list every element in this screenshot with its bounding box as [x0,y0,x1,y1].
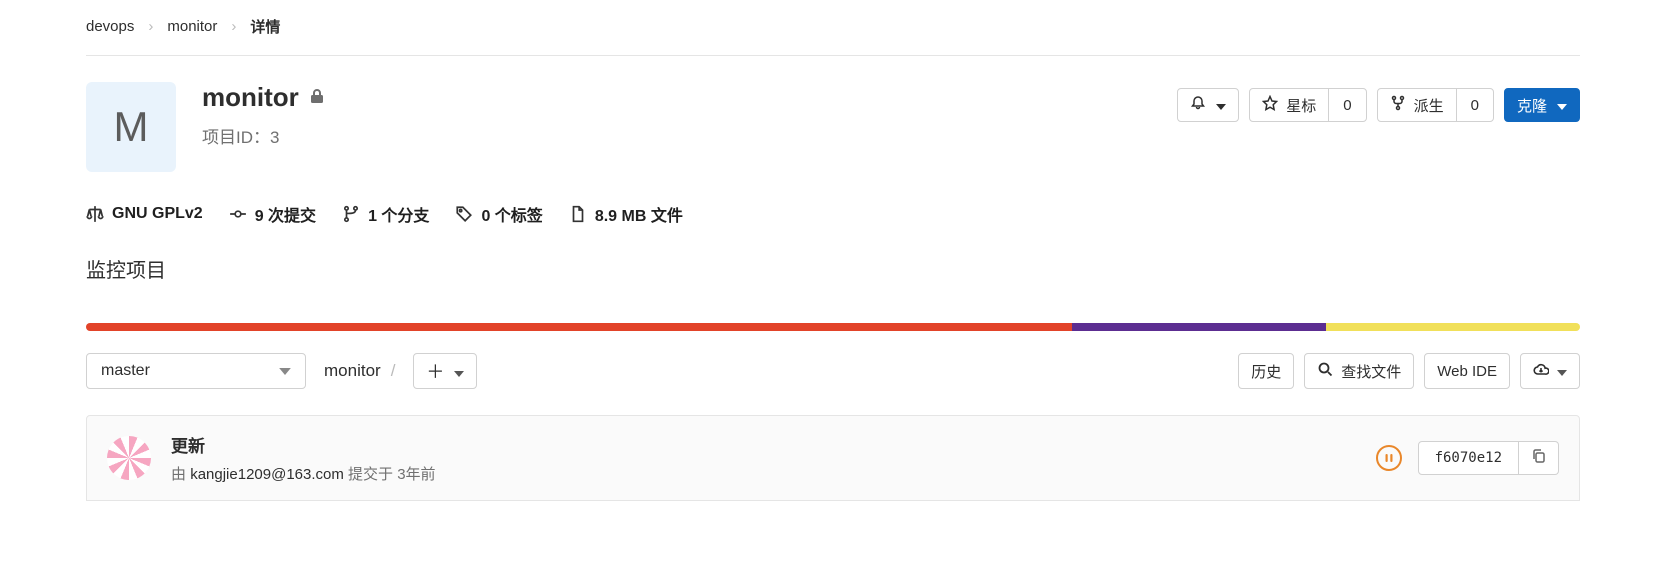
files-size: 8.9 MB [595,208,647,225]
web-ide-button[interactable]: Web IDE [1424,353,1510,389]
star-count[interactable]: 0 [1328,88,1366,122]
files-stat[interactable]: 8.9 MB 文件 [569,202,683,226]
download-icon [1533,361,1549,381]
branches-count: 1 [368,208,377,225]
clone-button[interactable]: 克隆 [1504,88,1580,122]
tags-count: 0 [481,208,490,225]
language-segment[interactable] [1072,323,1326,331]
chevron-down-icon [1557,97,1567,114]
chevron-right-icon: › [148,18,153,35]
project-description: 监控项目 [86,254,1580,283]
add-file-button[interactable]: ＋ [413,353,477,389]
copy-icon [1531,448,1547,468]
path-separator: / [391,361,396,381]
history-button[interactable]: 历史 [1238,353,1294,389]
commits-count: 9 [255,208,264,225]
chevron-right-icon: › [231,18,236,35]
branches-suffix: 个分支 [381,208,429,225]
branch-name: master [101,362,150,380]
last-commit: 更新 由 kangjie1209@163.com 提交于 3年前 f6070e1… [86,415,1580,501]
plus-icon: ＋ [426,358,444,384]
download-button[interactable] [1520,353,1580,389]
breadcrumb-item-group[interactable]: devops [86,18,134,35]
license-text: GNU GPLv2 [112,205,203,223]
commit-actions: f6070e12 [1376,441,1559,475]
fork-icon [1390,95,1406,115]
project-id: 项目ID：3 [202,123,325,148]
branch-select[interactable]: master [86,353,306,389]
path-breadcrumb: monitor / [324,361,395,381]
search-icon [1317,361,1333,381]
fork-button-group: 派生 0 [1377,88,1494,122]
commits-stat[interactable]: 9 次提交 [229,202,316,226]
notification-dropdown[interactable] [1177,88,1239,122]
commit-info: 更新 由 kangjie1209@163.com 提交于 3年前 [171,432,436,484]
find-file-button[interactable]: 查找文件 [1304,353,1414,389]
commit-avatar[interactable] [107,436,151,480]
lock-icon [309,88,325,108]
commit-time-ago: 3年前 [397,466,435,483]
chevron-down-icon [454,361,464,382]
find-file-label: 查找文件 [1341,361,1401,382]
project-title: monitor [202,82,299,113]
commit-at-prefix: 提交于 [348,466,393,483]
project-info: monitor 项目ID：3 [202,82,325,148]
commits-suffix: 次提交 [268,208,316,225]
fork-count[interactable]: 0 [1456,88,1494,122]
breadcrumb-item-project[interactable]: monitor [167,18,217,35]
file-nav-actions: 历史 查找文件 Web IDE [1238,353,1580,389]
clone-label: 克隆 [1517,95,1547,116]
pipeline-status-pending-icon[interactable] [1376,445,1402,471]
path-root[interactable]: monitor [324,361,381,381]
tags-stat[interactable]: 0 个标签 [455,202,542,226]
fork-label: 派生 [1414,95,1444,116]
fork-button[interactable]: 派生 [1377,88,1457,122]
language-segment[interactable] [86,323,1072,331]
bell-icon [1190,95,1206,115]
project-stats: GNU GPLv2 9 次提交 1 个分支 0 个标签 8.9 MB 文件 [86,202,1580,226]
license-stat[interactable]: GNU GPLv2 [86,205,203,223]
commit-sha[interactable]: f6070e12 [1418,441,1519,475]
commit-by-prefix: 由 [171,466,186,483]
star-icon [1262,95,1278,115]
commit-author[interactable]: kangjie1209@163.com [190,466,344,483]
project-header: M monitor 项目ID：3 [86,82,1580,172]
star-label: 星标 [1286,95,1316,116]
breadcrumb: devops › monitor › 详情 [86,16,1580,56]
language-segment[interactable] [1326,323,1580,331]
star-button[interactable]: 星标 [1249,88,1329,122]
commit-title[interactable]: 更新 [171,432,436,457]
branches-stat[interactable]: 1 个分支 [342,202,429,226]
copy-sha-button[interactable] [1519,441,1559,475]
project-actions: 星标 0 派生 0 克隆 [1177,82,1580,122]
breadcrumb-current: 详情 [250,16,280,37]
star-button-group: 星标 0 [1249,88,1366,122]
language-bar[interactable] [86,323,1580,331]
project-avatar: M [86,82,176,172]
file-nav: master monitor / ＋ 历史 查找文件 Web IDE [86,353,1580,389]
commit-meta: 由 kangjie1209@163.com 提交于 3年前 [171,463,436,484]
files-suffix: 文件 [651,208,683,225]
chevron-down-icon [1216,97,1226,114]
tags-suffix: 个标签 [495,208,543,225]
commit-sha-group: f6070e12 [1418,441,1559,475]
chevron-down-icon [279,362,291,380]
chevron-down-icon [1557,363,1567,380]
